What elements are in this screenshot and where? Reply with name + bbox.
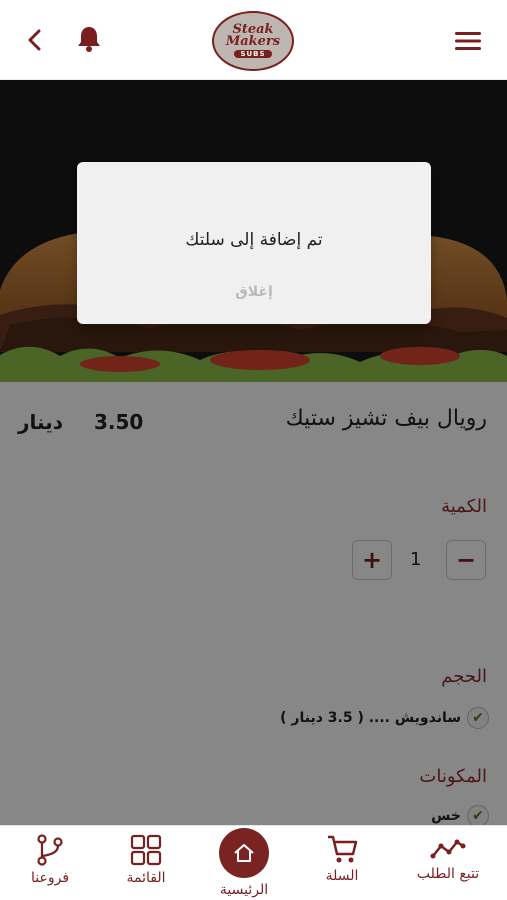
- added-to-cart-dialog: تم إضافة إلى سلتك إغلاق: [77, 162, 431, 324]
- nav-cart[interactable]: السلة: [292, 834, 392, 884]
- home-icon: [234, 844, 254, 862]
- nav-track-label: تتبع الطلب: [416, 866, 480, 882]
- line-chart-icon: [430, 839, 466, 859]
- nav-home-label: الرئيسية: [219, 882, 269, 898]
- hamburger-icon: [455, 32, 481, 50]
- nav-branches-label: فروعنا: [30, 870, 70, 886]
- notifications-button[interactable]: [74, 24, 104, 54]
- nav-menu[interactable]: القائمة: [96, 834, 196, 886]
- logo-sub: SUBS: [234, 50, 272, 58]
- chevron-left-icon: [28, 29, 41, 51]
- dialog-close-button[interactable]: إغلاق: [77, 284, 431, 300]
- menu-button[interactable]: [453, 28, 483, 54]
- brand-logo[interactable]: Steak Makers SUBS: [212, 11, 294, 71]
- logo-line2: Makers: [225, 34, 281, 49]
- nav-branches[interactable]: فروعنا: [0, 834, 100, 886]
- nav-home[interactable]: الرئيسية: [194, 828, 294, 898]
- bell-icon: [78, 27, 100, 52]
- grid-icon: [130, 834, 162, 866]
- app-header: Steak Makers SUBS: [0, 0, 507, 80]
- nav-menu-label: القائمة: [126, 870, 166, 886]
- cart-icon: [328, 835, 358, 863]
- bottom-navigation: تتبع الطلب السلة الرئيسية القائمة فروعنا: [0, 825, 507, 900]
- dialog-message: تم إضافة إلى سلتك: [185, 230, 323, 250]
- branch-icon: [37, 834, 63, 866]
- nav-track-order[interactable]: تتبع الطلب: [398, 834, 498, 882]
- home-button-circle: [219, 828, 269, 878]
- back-button[interactable]: [20, 26, 48, 54]
- nav-cart-label: السلة: [325, 868, 359, 884]
